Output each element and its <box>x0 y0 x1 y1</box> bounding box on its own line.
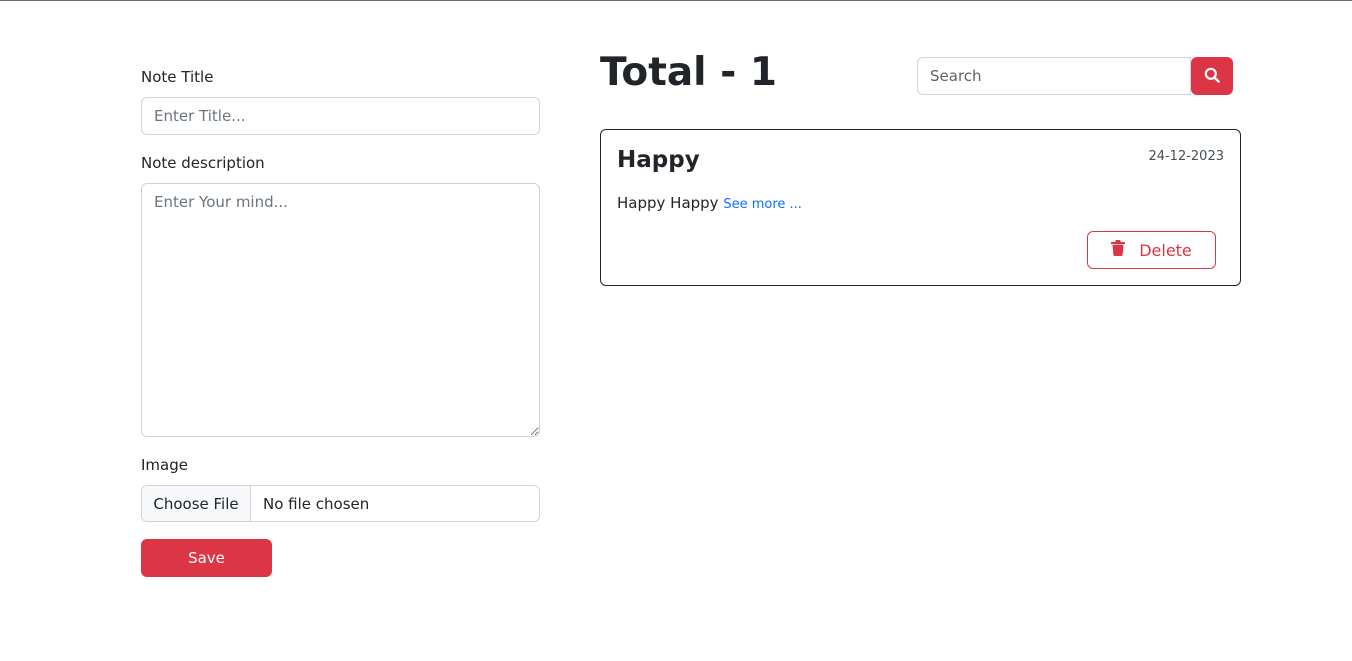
search-icon <box>1204 67 1220 86</box>
note-card: Happy 24-12-2023 Happy Happy See more ..… <box>600 129 1241 286</box>
see-more-link[interactable]: See more ... <box>723 197 802 212</box>
search-input[interactable] <box>917 57 1191 95</box>
choose-file-button[interactable]: Choose File <box>142 486 251 521</box>
note-card-text: Happy Happy <box>617 194 719 212</box>
note-description-input[interactable] <box>141 183 540 437</box>
note-title-input[interactable] <box>141 97 540 135</box>
save-button[interactable]: Save <box>141 539 272 577</box>
delete-button[interactable]: Delete <box>1087 231 1216 269</box>
image-label: Image <box>141 456 188 474</box>
file-status-text: No file chosen <box>263 494 370 513</box>
note-card-body: Happy Happy See more ... <box>617 194 802 212</box>
delete-button-label: Delete <box>1139 240 1192 260</box>
note-card-title: Happy <box>617 147 700 173</box>
note-description-label: Note description <box>141 154 265 172</box>
notes-total-heading: Total - 1 <box>600 50 778 95</box>
search-button[interactable] <box>1191 57 1233 95</box>
trash-icon <box>1111 240 1126 260</box>
top-divider <box>0 0 1352 1</box>
note-title-label: Note Title <box>141 68 214 86</box>
image-file-input[interactable]: Choose File No file chosen <box>141 485 540 522</box>
note-card-date: 24-12-2023 <box>1148 149 1224 164</box>
